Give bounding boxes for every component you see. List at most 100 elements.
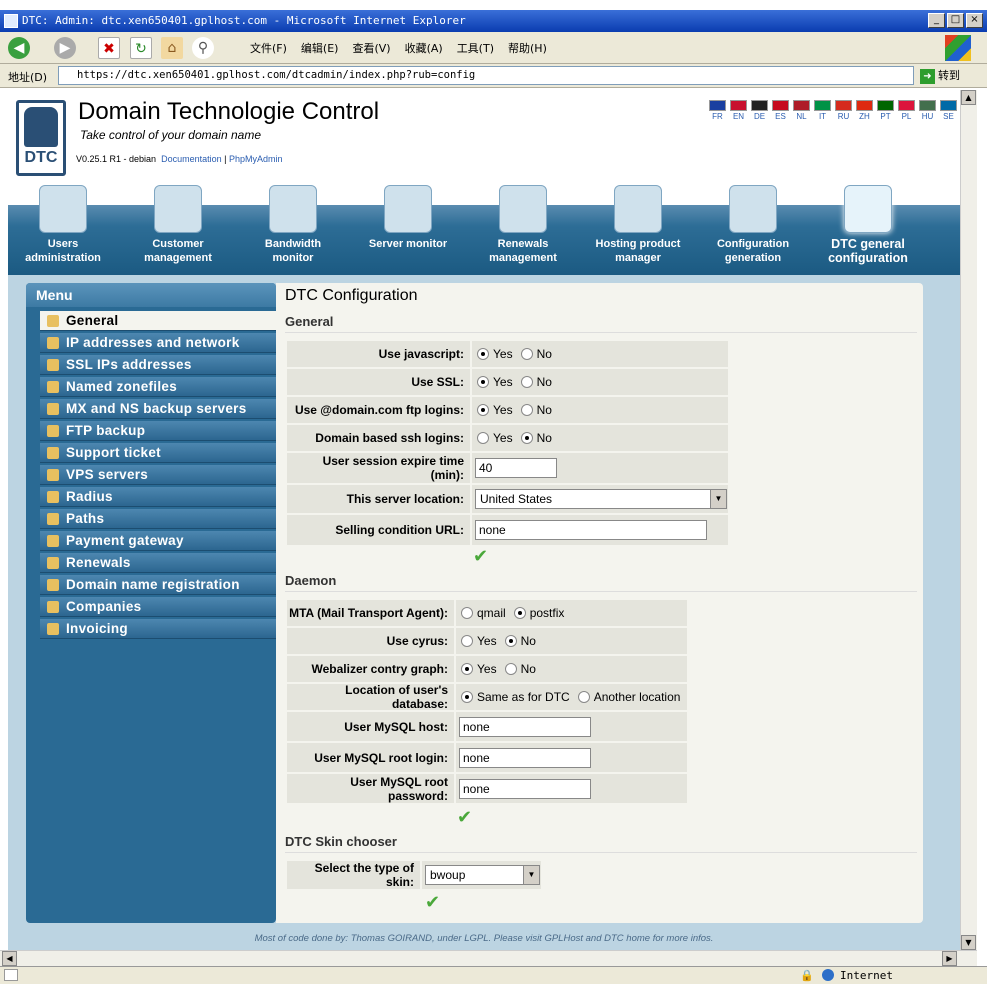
ftp-logins-yes-radio[interactable] <box>477 404 489 416</box>
lang-de[interactable]: DE <box>750 100 769 121</box>
mysql-root-login-input[interactable]: none <box>459 747 591 768</box>
mysql-root-password-label: User MySQL root password: <box>350 774 448 803</box>
horizontal-scrollbar[interactable]: ◀ ▶ <box>0 950 977 966</box>
go-button[interactable]: ➜ 转到 <box>920 67 960 84</box>
menu-item-ssl-ips-addresses[interactable]: SSL IPs addresses <box>40 355 276 375</box>
back-icon[interactable]: ◀ <box>8 37 30 59</box>
version-text: V0.25.1 R1 - debian <box>76 154 157 164</box>
nav-button-6[interactable]: Configuration generation <box>698 185 808 265</box>
maximize-button[interactable]: □ <box>947 13 964 28</box>
nav-button-4[interactable]: Renewals management <box>468 185 578 265</box>
mta-qmail-radio[interactable] <box>461 607 473 619</box>
mysql-host-label: User MySQL host: <box>344 719 448 734</box>
cyrus-yes-radio[interactable] <box>461 635 473 647</box>
lang-hu[interactable]: HU <box>918 100 937 121</box>
menu-item-vps-servers[interactable]: VPS servers <box>40 465 276 485</box>
db-another-radio[interactable] <box>577 691 590 703</box>
lang-en[interactable]: EN <box>729 100 748 121</box>
menu-item-ip-addresses-and-network[interactable]: IP addresses and network <box>40 333 276 353</box>
webalizer-yes-radio[interactable] <box>461 663 473 675</box>
lang-es[interactable]: ES <box>771 100 790 121</box>
mysql-root-password-input[interactable]: none <box>459 778 591 799</box>
webalizer-no-radio[interactable] <box>504 663 517 675</box>
use-ssl-no-radio[interactable] <box>520 376 533 388</box>
menu-item-renewals[interactable]: Renewals <box>40 553 276 573</box>
nav-label-line2: configuration <box>828 251 908 265</box>
lang-code: PT <box>880 112 891 121</box>
menu-item-radius[interactable]: Radius <box>40 487 276 507</box>
save-daemon-check-icon[interactable]: ✔ <box>457 807 472 828</box>
lang-zh[interactable]: ZH <box>855 100 874 121</box>
nav-button-5[interactable]: Hosting product manager <box>583 185 693 265</box>
menu-item-icon <box>47 601 59 613</box>
db-same-radio[interactable] <box>461 691 473 703</box>
forward-icon[interactable]: ▶ <box>54 37 76 59</box>
menu-item-paths[interactable]: Paths <box>40 509 276 529</box>
lang-code: SE <box>943 112 954 121</box>
use-javascript-no-radio[interactable] <box>520 348 533 360</box>
scroll-right-icon[interactable]: ▶ <box>942 951 957 966</box>
save-skin-check-icon[interactable]: ✔ <box>425 892 440 913</box>
menu-item-ftp-backup[interactable]: FTP backup <box>40 421 276 441</box>
ssh-logins-no-radio[interactable] <box>520 432 533 444</box>
mysql-host-input[interactable]: none <box>459 716 591 737</box>
nav-button-7[interactable]: DTC general configuration <box>813 185 923 265</box>
lang-fr[interactable]: FR <box>708 100 727 121</box>
address-input[interactable]: https://dtc.xen650401.gplhost.com/dtcadm… <box>58 66 914 85</box>
lang-pt[interactable]: PT <box>876 100 895 121</box>
minimize-button[interactable]: _ <box>928 13 945 28</box>
scroll-left-icon[interactable]: ◀ <box>2 951 17 966</box>
save-general-check-icon[interactable]: ✔ <box>473 546 488 567</box>
menu-item-label: FTP backup <box>66 423 146 438</box>
lang-se[interactable]: SE <box>939 100 958 121</box>
ftp-logins-no-radio[interactable] <box>520 404 533 416</box>
nav-button-1[interactable]: Customer management <box>123 185 233 265</box>
use-javascript-yes-radio[interactable] <box>477 348 489 360</box>
server-location-select[interactable]: United States ▼ <box>475 489 727 509</box>
menu-item-label: Support ticket <box>66 445 161 460</box>
menu-view[interactable]: 查看(V) <box>352 40 390 56</box>
scroll-down-icon[interactable]: ▼ <box>961 935 976 950</box>
menu-tools[interactable]: 工具(T) <box>457 40 494 56</box>
close-button[interactable]: × <box>966 13 983 28</box>
mta-postfix-radio[interactable] <box>513 607 526 619</box>
nav-button-3[interactable]: Server monitor <box>353 185 463 251</box>
ssh-logins-yes-radio[interactable] <box>477 432 489 444</box>
link-separator: | <box>224 154 227 164</box>
stop-icon[interactable]: ✖ <box>98 37 120 59</box>
use-ssl-yes-radio[interactable] <box>477 376 489 388</box>
menu-favorites[interactable]: 收藏(A) <box>405 40 443 56</box>
skin-select[interactable]: bwoup ▼ <box>425 865 540 885</box>
menu-help[interactable]: 帮助(H) <box>508 40 547 56</box>
menu-edit[interactable]: 编辑(E) <box>301 40 339 56</box>
documentation-link[interactable]: Documentation <box>161 154 222 164</box>
menu-item-mx-and-ns-backup-servers[interactable]: MX and NS backup servers <box>40 399 276 419</box>
home-icon[interactable]: ⌂ <box>161 37 183 59</box>
menu-item-support-ticket[interactable]: Support ticket <box>40 443 276 463</box>
vertical-scrollbar[interactable]: ▲ ▼ <box>960 90 977 950</box>
refresh-icon[interactable]: ↻ <box>130 37 152 59</box>
lang-pl[interactable]: PL <box>897 100 916 121</box>
menu-item-general[interactable]: General <box>40 311 276 331</box>
scroll-up-icon[interactable]: ▲ <box>961 90 976 105</box>
menu-file[interactable]: 文件(F) <box>250 40 287 56</box>
row-webalizer: Webalizer contry graph: Yes No <box>287 656 687 682</box>
menu-item-invoicing[interactable]: Invoicing <box>40 619 276 639</box>
lang-it[interactable]: IT <box>813 100 832 121</box>
menu-item-domain-name-registration[interactable]: Domain name registration <box>40 575 276 595</box>
cyrus-no-radio[interactable] <box>504 635 517 647</box>
selling-url-input[interactable]: none <box>475 520 707 540</box>
lang-ru[interactable]: RU <box>834 100 853 121</box>
session-expire-input[interactable]: 40 <box>475 458 557 478</box>
menu-item-named-zonefiles[interactable]: Named zonefiles <box>40 377 276 397</box>
lang-nl[interactable]: NL <box>792 100 811 121</box>
nav-button-2[interactable]: Bandwidth monitor <box>238 185 348 265</box>
phpmyadmin-link[interactable]: PhpMyAdmin <box>229 154 283 164</box>
menu-item-companies[interactable]: Companies <box>40 597 276 617</box>
lang-code: EN <box>732 112 745 121</box>
menu-item-payment-gateway[interactable]: Payment gateway <box>40 531 276 551</box>
nav-label-line1: DTC general <box>831 237 905 251</box>
nav-button-0[interactable]: Users administration <box>8 185 118 265</box>
search-icon[interactable]: ⚲ <box>192 37 214 59</box>
fist-icon <box>24 107 58 147</box>
